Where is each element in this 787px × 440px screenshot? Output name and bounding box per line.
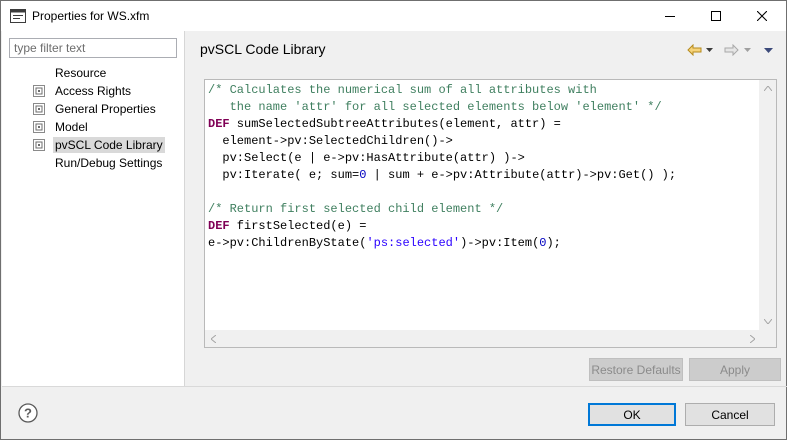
- apply-button[interactable]: Apply: [689, 358, 781, 381]
- code-token: sumSelectedSubtreeAttributes(element, at…: [229, 117, 561, 131]
- window-title: Properties for WS.xfm: [32, 9, 150, 23]
- vertical-scrollbar[interactable]: [759, 80, 776, 330]
- help-icon[interactable]: ?: [18, 403, 38, 423]
- code-token: DEF: [208, 219, 230, 233]
- property-page-icon: [33, 139, 45, 151]
- minimize-button[interactable]: [647, 1, 693, 31]
- code-token: /* Return first selected child element *…: [208, 202, 504, 216]
- tree-item-label: Run/Debug Settings: [55, 156, 163, 170]
- code-text[interactable]: /* Calculates the numerical sum of all a…: [208, 82, 760, 330]
- cancel-button[interactable]: Cancel: [685, 403, 775, 426]
- tree-item[interactable]: Resource: [32, 64, 108, 82]
- ok-button[interactable]: OK: [588, 403, 676, 426]
- property-page-icon: [33, 121, 45, 133]
- code-line: /* Calculates the numerical sum of all a…: [208, 82, 760, 99]
- back-button[interactable]: [686, 42, 704, 58]
- chevron-down-icon: [743, 48, 751, 52]
- property-page-icon: [33, 85, 45, 97]
- footer-separator: [2, 386, 787, 387]
- tree-item[interactable]: pvSCL Code Library: [32, 136, 165, 154]
- code-token: DEF: [208, 117, 230, 131]
- horizontal-scrollbar[interactable]: [205, 330, 761, 347]
- back-history-dropdown[interactable]: [704, 42, 714, 58]
- tree-item-label: Resource: [55, 66, 107, 80]
- scroll-left-arrow[interactable]: [205, 330, 222, 347]
- chevron-right-icon: [750, 334, 755, 343]
- view-menu-button[interactable]: [758, 42, 778, 58]
- close-icon: [757, 11, 767, 21]
- scroll-down-arrow[interactable]: [759, 313, 776, 330]
- tree-item[interactable]: Access Rights: [32, 82, 133, 100]
- code-line: e->pv:ChildrenByState('ps:selected')->pv…: [208, 235, 760, 252]
- tree-item-label: pvSCL Code Library: [53, 137, 165, 153]
- code-token: 'ps:selected': [366, 236, 461, 250]
- code-token: | sum + e->pv:Attribute(attr)->pv:Get() …: [366, 168, 677, 182]
- code-line: pv:Iterate( e; sum=0 | sum + e->pv:Attri…: [208, 167, 760, 184]
- code-line: DEF firstSelected(e) =: [208, 218, 760, 235]
- forward-arrow-icon: [724, 44, 739, 56]
- filter-input[interactable]: [9, 38, 177, 58]
- chevron-down-icon: [763, 319, 772, 324]
- svg-text:?: ?: [24, 406, 32, 421]
- code-token: );: [546, 236, 561, 250]
- code-editor[interactable]: /* Calculates the numerical sum of all a…: [204, 79, 777, 348]
- code-token: the name 'attr' for all selected element…: [208, 100, 662, 114]
- back-arrow-icon: [687, 44, 702, 56]
- minimize-icon: [665, 16, 675, 17]
- tree-item-label: Access Rights: [55, 84, 132, 98]
- code-token: )->pv:Item(: [460, 236, 540, 250]
- code-token: element->pv:SelectedChildren()->: [208, 134, 453, 148]
- code-token: firstSelected(e) =: [229, 219, 367, 233]
- property-page: pvSCL Code Library /* Calculates the num…: [186, 31, 786, 386]
- code-line: the name 'attr' for all selected element…: [208, 99, 760, 116]
- property-page-icon: [33, 103, 45, 115]
- restore-defaults-button[interactable]: Restore Defaults: [589, 358, 683, 381]
- window-icon: [10, 9, 26, 23]
- page-title: pvSCL Code Library: [200, 41, 326, 57]
- scroll-up-arrow[interactable]: [759, 80, 776, 97]
- chevron-down-icon: [705, 48, 713, 52]
- code-line: DEF sumSelectedSubtreeAttributes(element…: [208, 116, 760, 133]
- maximize-button[interactable]: [693, 1, 739, 31]
- forward-button[interactable]: [720, 42, 742, 58]
- code-token: pv:Select(e | e->pv:HasAttribute(attr) )…: [208, 151, 525, 165]
- tree-item[interactable]: General Properties: [32, 100, 158, 118]
- code-token: /* Calculates the numerical sum of all a…: [208, 83, 597, 97]
- tree-item-label: General Properties: [55, 102, 156, 116]
- tree-item[interactable]: Model: [32, 118, 90, 136]
- navigation-panel: Resource Access Rights General Properties M…: [2, 31, 185, 386]
- tree-item-label: Model: [55, 120, 88, 134]
- chevron-up-icon: [763, 86, 772, 91]
- tree-item[interactable]: Run/Debug Settings: [32, 154, 164, 172]
- maximize-icon: [711, 11, 721, 21]
- code-line: /* Return first selected child element *…: [208, 201, 760, 218]
- close-button[interactable]: [739, 1, 785, 31]
- page-navigation: [686, 42, 778, 58]
- code-line: element->pv:SelectedChildren()->: [208, 133, 760, 150]
- forward-history-dropdown[interactable]: [742, 42, 752, 58]
- view-menu-icon: [763, 47, 773, 53]
- chevron-left-icon: [211, 334, 216, 343]
- code-line: pv:Select(e | e->pv:HasAttribute(attr) )…: [208, 150, 760, 167]
- code-token: pv:Iterate( e; sum=: [208, 168, 360, 182]
- scroll-corner: [759, 330, 776, 347]
- properties-dialog: Properties for WS.xfm Resource Access Rig…: [0, 0, 787, 440]
- code-token: e->pv:ChildrenByState(: [208, 236, 367, 250]
- title-bar[interactable]: Properties for WS.xfm: [1, 1, 786, 31]
